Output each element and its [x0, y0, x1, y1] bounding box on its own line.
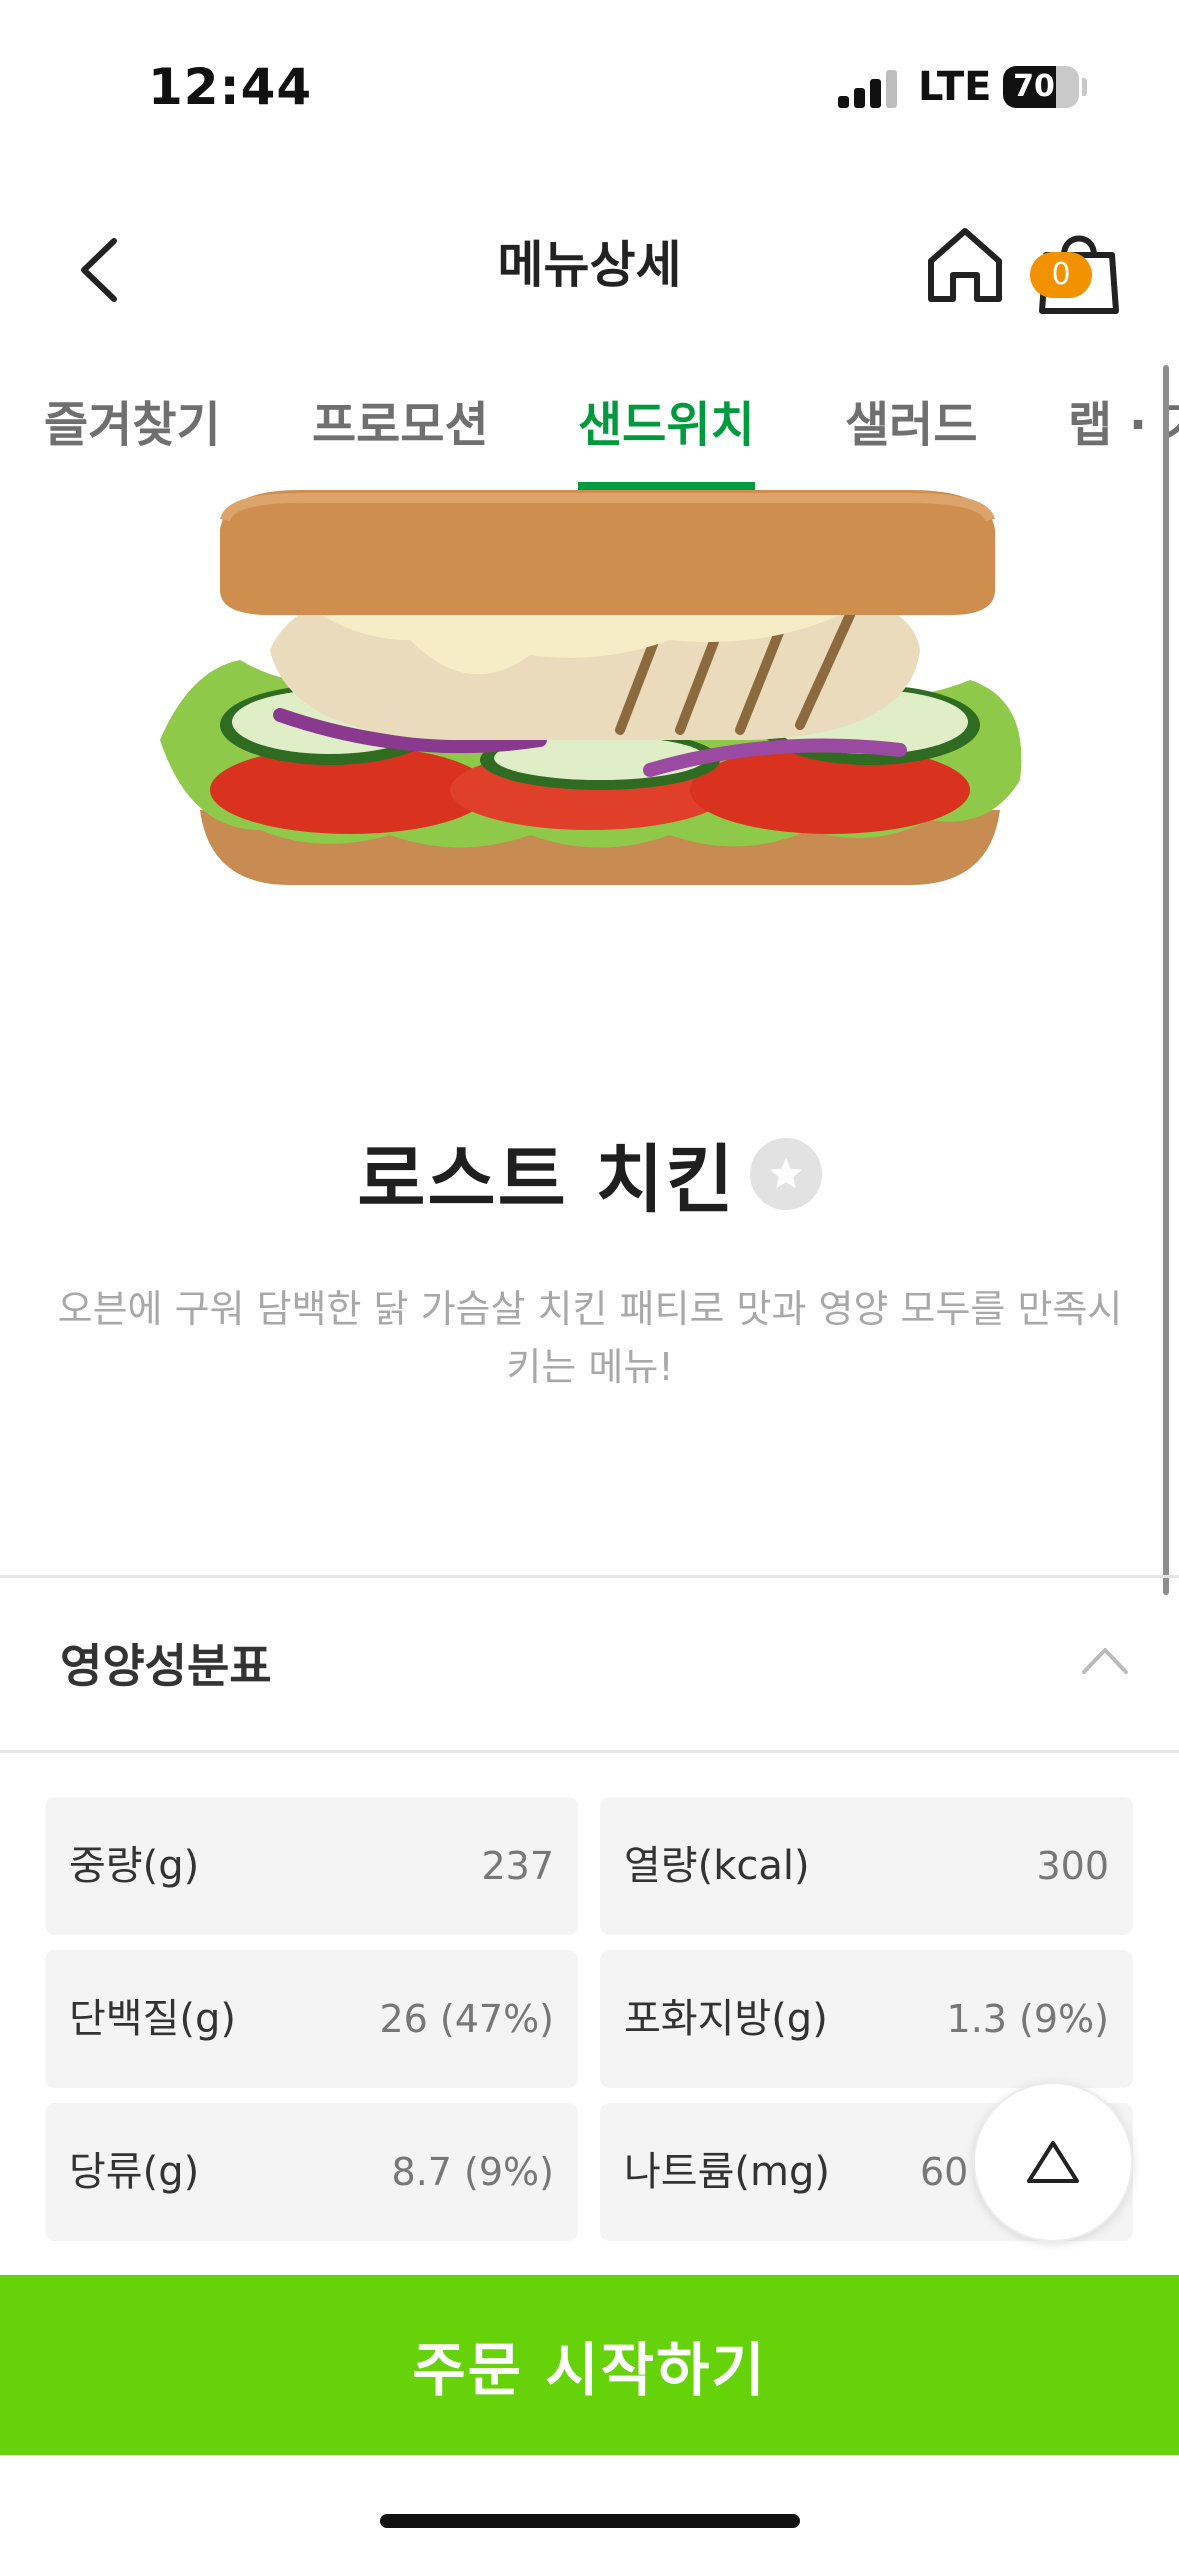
home-indicator [380, 2514, 800, 2528]
nutrition-item-weight: 중량(g) 237 [45, 1797, 578, 1935]
nutrition-label: 나트륨(mg) [624, 2149, 830, 2195]
status-bar: 12:44 LTE 70 [0, 0, 1179, 170]
nutrition-label: 당류(g) [69, 2149, 200, 2195]
product-image [150, 490, 1030, 900]
header: 메뉴상세 [0, 195, 1179, 345]
battery-icon: 70 [1003, 66, 1079, 108]
product-name: 로스트 치킨 [357, 1137, 736, 1223]
nutrition-item-saturated-fat: 포화지방(g) 1.3 (9%) [600, 1950, 1133, 2088]
order-start-button[interactable]: 주문 시작하기 [0, 2275, 1179, 2455]
battery-level: 70 [1013, 69, 1055, 104]
nutrition-title: 영양성분표 [60, 1639, 272, 1693]
nutrition-label: 단백질(g) [69, 1996, 237, 2042]
scroll-to-top-button[interactable] [973, 2082, 1133, 2242]
status-time: 12:44 [148, 58, 313, 116]
chevron-up-icon [1082, 1648, 1128, 1674]
nutrition-toggle[interactable]: 영양성분표 [0, 1578, 1179, 1750]
network-label: LTE [918, 64, 992, 110]
star-icon [769, 1157, 802, 1188]
tab-sandwich[interactable]: 샌드위치 [578, 385, 755, 455]
nutrition-item-protein: 단백질(g) 26 (47%) [45, 1950, 578, 2088]
category-tabs: 즐겨찾기 프로모션 샌드위치 샐러드 랩 · 기 [0, 365, 1179, 490]
signal-icon [838, 68, 900, 108]
triangle-up-icon [1027, 2141, 1079, 2183]
product-description: 오븐에 구워 담백한 닭 가슴살 치킨 패티로 맛과 영양 모두를 만족시키는 … [57, 1287, 1123, 1389]
nutrition-value: 60 [920, 2150, 969, 2194]
product-name-row: 로스트 치킨 [0, 1120, 1179, 1227]
divider [0, 1750, 1179, 1753]
nutrition-value: 1.3 (9%) [946, 1997, 1109, 2041]
active-tab-indicator [578, 482, 755, 490]
home-button[interactable] [925, 225, 1005, 305]
nutrition-label: 포화지방(g) [624, 1996, 828, 2042]
nutrition-item-sugar: 당류(g) 8.7 (9%) [45, 2103, 578, 2241]
favorite-button[interactable] [749, 1137, 822, 1210]
home-icon [928, 228, 1002, 302]
nutrition-label: 중량(g) [69, 1843, 200, 1889]
nutrition-value: 237 [481, 1844, 554, 1888]
nutrition-value: 26 (47%) [379, 1997, 554, 2041]
tab-promotion[interactable]: 프로모션 [312, 385, 489, 455]
nutrition-value: 8.7 (9%) [391, 2150, 554, 2194]
nutrition-value: 300 [1036, 1844, 1109, 1888]
tab-salad[interactable]: 샐러드 [845, 385, 977, 455]
scrollbar[interactable] [1163, 365, 1169, 1595]
cart-count-badge: 0 [1030, 252, 1092, 298]
battery-tip [1082, 78, 1087, 96]
tab-favorites[interactable]: 즐겨찾기 [44, 385, 221, 455]
nutrition-item-calories: 열량(kcal) 300 [600, 1797, 1133, 1935]
nutrition-label: 열량(kcal) [624, 1843, 810, 1889]
